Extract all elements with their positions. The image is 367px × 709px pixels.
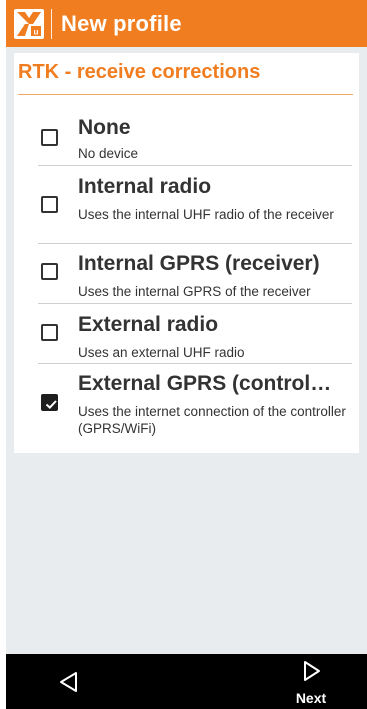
option-description: No device [78,146,139,161]
checkbox-none[interactable] [41,129,58,146]
checkmark-icon [45,400,57,410]
option-divider [38,243,352,244]
checkbox-internal-radio[interactable] [41,196,58,213]
option-external-gprs[interactable]: External GPRS (control… Uses the interne… [38,371,352,443]
svg-text:u: u [34,27,39,36]
option-divider [38,303,352,304]
option-description: Uses the internal GPRS of the receiver [78,284,311,299]
option-divider [38,165,352,166]
header-divider [51,8,52,39]
checkbox-internal-gprs[interactable] [41,263,58,280]
triangle-left-icon [60,672,77,692]
back-button[interactable] [55,668,83,696]
option-none[interactable]: None No device [38,116,352,165]
app-screen: u New profile RTK - receive corrections … [6,0,367,709]
checkbox-external-radio[interactable] [41,324,58,341]
options-card: RTK - receive corrections None No device… [14,53,359,453]
option-title: External radio [78,313,219,336]
option-title: Internal GPRS (receiver) [78,252,320,275]
next-label: Next [295,690,327,706]
page-title: New profile [61,10,182,36]
option-description: Uses the internal UHF radio of the recei… [78,207,334,222]
option-internal-radio[interactable]: Internal radio Uses the internal UHF rad… [38,174,352,240]
option-description: Uses the internet connection of the cont… [78,404,346,436]
next-button[interactable]: Next [289,660,333,706]
triangle-right-icon [304,661,320,681]
option-external-radio[interactable]: External radio Uses an external UHF radi… [38,312,352,362]
bottom-nav-bar: Next [6,654,367,709]
option-title: External GPRS (control… [78,372,332,395]
section-divider [18,94,353,95]
section-title: RTK - receive corrections [18,61,261,83]
checkbox-external-gprs[interactable] [41,394,58,411]
option-title: None [78,116,131,139]
app-header: u New profile [6,0,367,47]
option-title: Internal radio [78,175,212,198]
leica-x-logo-icon: u [14,8,44,39]
option-divider [38,363,352,364]
option-description: Uses an external UHF radio [78,345,245,360]
option-internal-gprs[interactable]: Internal GPRS (receiver) Uses the intern… [38,251,352,301]
